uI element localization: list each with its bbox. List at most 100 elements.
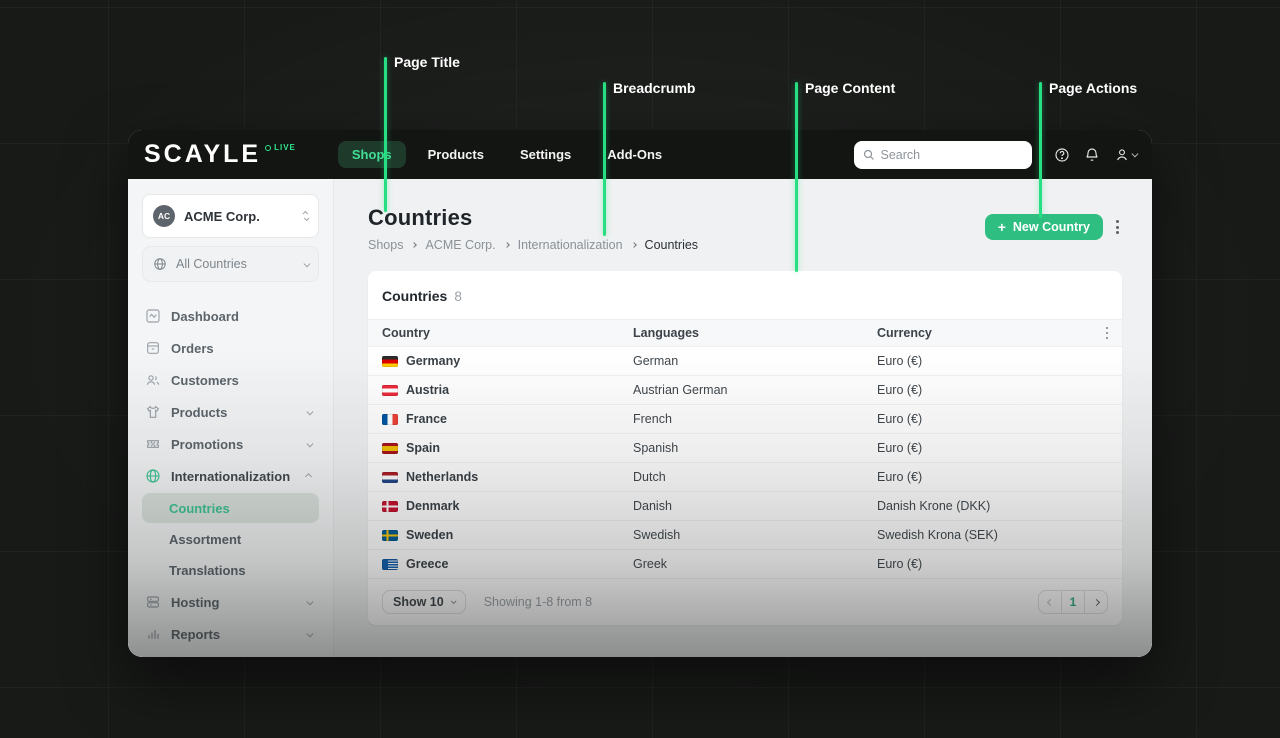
breadcrumb-separator-icon <box>630 242 637 248</box>
column-header-currency[interactable]: Currency <box>877 326 1092 340</box>
page-actions-kebab-icon[interactable] <box>1113 217 1122 237</box>
chevron-left-icon <box>1046 598 1054 606</box>
ticket-icon <box>144 436 161 452</box>
currency-cell: Euro (€) <box>877 470 923 484</box>
previous-page-button[interactable] <box>1038 590 1062 614</box>
new-country-button[interactable]: + New Country <box>984 214 1103 240</box>
main-content: Countries Shops ACME Corp. International… <box>334 179 1152 657</box>
sidebar-item-countries[interactable]: Countries <box>142 493 319 523</box>
live-badge-label: LIVE <box>274 143 296 152</box>
help-icon[interactable] <box>1054 147 1070 163</box>
country-name: Sweden <box>406 528 454 542</box>
language-cell: Spanish <box>633 441 679 455</box>
org-name: ACME Corp. <box>184 208 260 224</box>
chevron-down-icon <box>306 598 313 605</box>
country-name: Netherlands <box>406 470 479 484</box>
language-cell: Dutch <box>633 470 666 484</box>
table-row-netherlands[interactable]: Netherlands Dutch Euro (€) <box>368 463 1122 492</box>
breadcrumb-item-internationalization[interactable]: Internationalization <box>518 238 623 252</box>
annotation-label: Breadcrumb <box>613 80 696 96</box>
country-name: France <box>406 412 447 426</box>
sidebar-item-promotions[interactable]: Promotions <box>142 428 319 460</box>
navbar-right <box>853 140 1138 169</box>
breadcrumb-item-acme-corp[interactable]: ACME Corp. <box>425 238 495 252</box>
country-name: Spain <box>406 441 441 455</box>
table-row-germany[interactable]: Germany German Euro (€) <box>368 347 1122 376</box>
nav-item-shops[interactable]: Shops <box>337 141 406 168</box>
sidebar-item-label: Products <box>171 404 228 420</box>
table-row-spain[interactable]: Spain Spanish Euro (€) <box>368 434 1122 463</box>
top-navbar: SCAYLE LIVE Shops Products Settings Add-… <box>128 130 1152 179</box>
sidebar-menu: Dashboard Orders Customers Products Prom… <box>142 300 319 650</box>
page-header: Countries Shops ACME Corp. International… <box>368 205 1122 252</box>
country-name: Austria <box>406 383 450 397</box>
desktop-backdrop: { "navbar": { "logo": "SCAYLE", "env_bad… <box>0 0 1280 738</box>
sidebar-item-label: Reports <box>171 626 221 642</box>
currency-cell: Euro (€) <box>877 354 923 368</box>
main-nav: Shops Products Settings Add-Ons <box>337 141 676 168</box>
card-header: Countries 8 <box>368 271 1122 319</box>
tshirt-icon <box>144 404 161 420</box>
user-menu[interactable] <box>1114 147 1138 163</box>
nav-item-products[interactable]: Products <box>414 141 498 168</box>
breadcrumb-item-shops[interactable]: Shops <box>368 238 403 252</box>
sidebar-item-label: Customers <box>171 372 239 388</box>
table-row-austria[interactable]: Austria Austrian German Euro (€) <box>368 376 1122 405</box>
breadcrumb-item-countries: Countries <box>644 238 699 252</box>
customers-icon <box>144 372 161 388</box>
search-input[interactable] <box>880 147 1023 162</box>
chevron-down-icon <box>303 260 310 267</box>
next-page-button[interactable] <box>1084 590 1108 614</box>
flag-denmark-icon <box>382 500 398 512</box>
notifications-bell-icon[interactable] <box>1084 147 1100 163</box>
sidebar-item-customers[interactable]: Customers <box>142 364 319 396</box>
sidebar-item-products[interactable]: Products <box>142 396 319 428</box>
results-summary: Showing 1-8 from 8 <box>483 595 593 609</box>
currency-cell: Euro (€) <box>877 557 923 571</box>
sidebar-item-translations[interactable]: Translations <box>142 555 319 585</box>
breadcrumb-separator-icon <box>411 242 418 248</box>
live-badge: LIVE <box>265 143 296 152</box>
server-icon <box>144 594 161 610</box>
table-row-sweden[interactable]: Sweden Swedish Swedish Krona (SEK) <box>368 521 1122 550</box>
sidebar-item-hosting[interactable]: Hosting <box>142 586 319 618</box>
country-scope-selector[interactable]: All Countries <box>142 246 319 282</box>
sidebar-item-label: Hosting <box>171 594 220 610</box>
language-cell: French <box>633 412 672 426</box>
table-header-row: Country Languages Currency <box>368 319 1122 347</box>
table-footer: Show 10 Showing 1-8 from 8 1 <box>368 579 1122 625</box>
nav-item-settings[interactable]: Settings <box>506 141 585 168</box>
table-row-denmark[interactable]: Denmark Danish Danish Krone (DKK) <box>368 492 1122 521</box>
page-size-label: Show 10 <box>393 595 444 609</box>
org-avatar: AC <box>153 205 175 227</box>
currency-cell: Euro (€) <box>877 441 923 455</box>
page-actions: + New Country <box>984 214 1122 240</box>
column-header-languages[interactable]: Languages <box>633 326 877 340</box>
sidebar-item-assortment[interactable]: Assortment <box>142 524 319 554</box>
chevron-up-icon <box>304 473 312 480</box>
sidebar-item-label: Orders <box>171 340 214 356</box>
scayle-logo[interactable]: SCAYLE LIVE <box>144 142 296 167</box>
sidebar-item-label: Dashboard <box>171 308 239 324</box>
table-row-france[interactable]: France French Euro (€) <box>368 405 1122 434</box>
table-row-greece[interactable]: Greece Greek Euro (€) <box>368 550 1122 579</box>
sidebar-item-dashboard[interactable]: Dashboard <box>142 300 319 332</box>
global-search[interactable] <box>853 140 1032 169</box>
language-cell: German <box>633 354 679 368</box>
page-heading-block: Countries Shops ACME Corp. International… <box>368 205 698 252</box>
flag-greece-icon <box>382 558 398 570</box>
currency-cell: Danish Krone (DKK) <box>877 499 991 513</box>
page-title: Countries <box>368 205 473 230</box>
nav-item-addons[interactable]: Add-Ons <box>593 141 676 168</box>
page-number-button[interactable]: 1 <box>1061 590 1085 614</box>
sidebar-item-orders[interactable]: Orders <box>142 332 319 364</box>
org-switcher[interactable]: AC ACME Corp. <box>142 194 319 238</box>
column-header-country[interactable]: Country <box>382 326 633 340</box>
sidebar-item-reports[interactable]: Reports <box>142 618 319 650</box>
currency-cell: Euro (€) <box>877 383 923 397</box>
page-size-select[interactable]: Show 10 <box>382 590 466 614</box>
table-options-kebab-icon[interactable] <box>1103 324 1112 343</box>
sidebar-item-internationalization[interactable]: Internationalization <box>142 460 319 492</box>
chevron-down-icon <box>306 440 313 447</box>
language-cell: Danish <box>633 499 672 513</box>
